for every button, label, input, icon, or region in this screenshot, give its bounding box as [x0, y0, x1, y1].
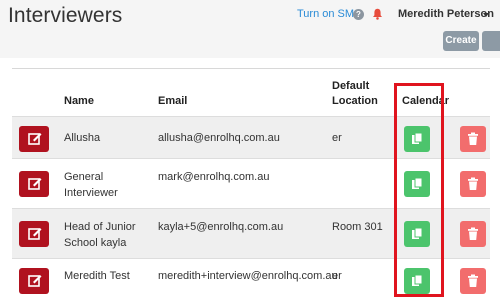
- interviewer-email: meredith+interview@enrolhq.com.au: [158, 270, 338, 282]
- interviewer-email: allusha@enrolhq.com.au: [158, 132, 280, 144]
- column-header-default-location: Default Location: [332, 80, 378, 107]
- interviewer-location: er: [332, 132, 342, 144]
- trash-icon: [468, 274, 478, 287]
- pencil-square-icon: [28, 133, 42, 145]
- pencil-square-icon: [28, 275, 42, 287]
- question-circle-icon[interactable]: ?: [353, 9, 364, 20]
- delete-button[interactable]: [460, 171, 486, 197]
- create-button[interactable]: Create: [443, 31, 479, 51]
- column-header-email: Email: [158, 95, 188, 107]
- delete-button[interactable]: [460, 221, 486, 247]
- interviewer-location: er: [332, 270, 342, 282]
- pencil-square-icon: [28, 178, 42, 190]
- calendar-column-highlight: [394, 83, 444, 297]
- edit-button[interactable]: [19, 126, 49, 152]
- chevron-down-icon[interactable]: [483, 13, 489, 17]
- edit-button[interactable]: [19, 268, 49, 294]
- trash-icon: [468, 132, 478, 145]
- delete-button[interactable]: [460, 268, 486, 294]
- page-title: Interviewers: [8, 4, 123, 27]
- interviewer-email: mark@enrolhq.com.au: [158, 171, 270, 183]
- top-bar: Interviewers Turn on SMS ? Meredith Pete…: [0, 0, 500, 58]
- trash-icon: [468, 227, 478, 240]
- interviewer-name: Head of Junior School kayla: [64, 221, 136, 249]
- user-menu[interactable]: Meredith Peterson: [398, 8, 494, 20]
- edit-button[interactable]: [19, 221, 49, 247]
- create-dropdown-button[interactable]: [482, 31, 500, 51]
- interviewer-name: General Interviewer: [64, 171, 118, 199]
- column-header-name: Name: [64, 95, 94, 107]
- pencil-square-icon: [28, 228, 42, 240]
- interviewer-email: kayla+5@enrolhq.com.au: [158, 221, 284, 233]
- interviewer-name: Meredith Test: [64, 270, 130, 282]
- trash-icon: [468, 177, 478, 190]
- edit-button[interactable]: [19, 171, 49, 197]
- divider: [12, 68, 490, 69]
- interviewer-location: Room 301: [332, 221, 383, 233]
- turn-on-sms-link[interactable]: Turn on SMS: [297, 8, 361, 20]
- interviewer-name: Allusha: [64, 132, 101, 144]
- bell-icon[interactable]: [372, 8, 383, 20]
- delete-button[interactable]: [460, 126, 486, 152]
